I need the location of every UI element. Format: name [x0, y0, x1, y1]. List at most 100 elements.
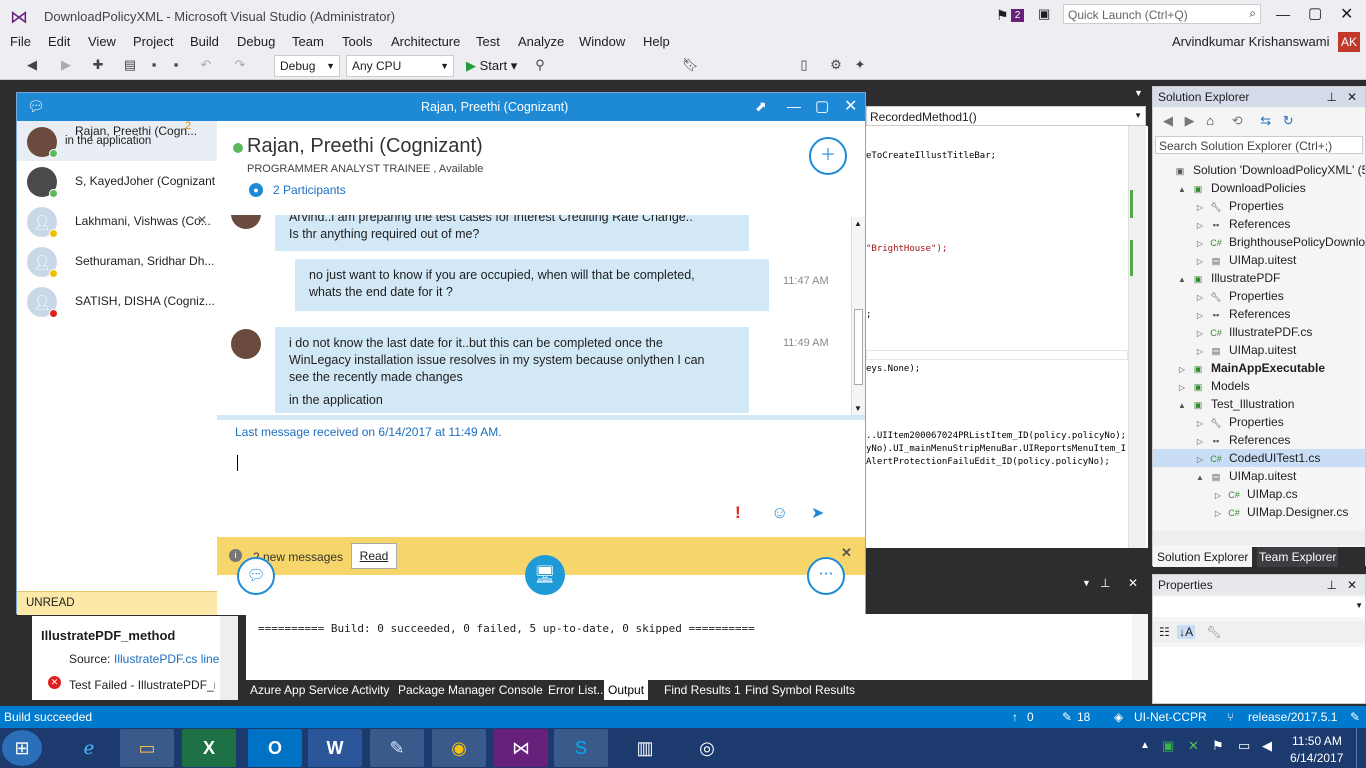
property-pages-icon[interactable]: 🔧︎	[1206, 625, 1221, 639]
branch-icon[interactable]: ⑂	[1227, 706, 1234, 728]
skype-icon[interactable]: S	[554, 729, 608, 767]
start-button[interactable]: ▶ Start ▾	[466, 58, 517, 74]
menu-project[interactable]: Project	[133, 32, 173, 52]
se-hscrollbar[interactable]	[1153, 531, 1365, 545]
tab-team-explorer[interactable]: Team Explorer	[1257, 547, 1339, 567]
emoticon-icon[interactable]: ☺	[771, 503, 788, 523]
menu-window[interactable]: Window	[579, 32, 625, 52]
pin-icon[interactable]: ⊥	[1327, 575, 1337, 595]
search-icon[interactable]: ⌕	[1249, 6, 1256, 21]
close-pane-icon[interactable]: ✕	[1347, 87, 1357, 107]
sql-icon[interactable]: ▥	[618, 729, 672, 767]
find-icon[interactable]: ⚲	[532, 57, 548, 73]
tree-item[interactable]: ▷ ▣ Models	[1153, 377, 1250, 395]
output-scrollbar[interactable]	[1132, 614, 1148, 680]
tree-item[interactable]: ▲ ▤ UIMap.uitest	[1153, 467, 1296, 485]
home-icon[interactable]: ⌂	[1206, 113, 1214, 128]
close-button[interactable]: ✕	[844, 96, 857, 116]
forward-icon[interactable]: ▶	[1185, 113, 1195, 128]
tray-volume-icon[interactable]: ◀	[1262, 738, 1272, 754]
tree-item[interactable]: ▷ C# IllustratePDF.cs	[1153, 323, 1312, 341]
outlook-icon[interactable]: O	[248, 729, 302, 767]
code-editor[interactable]	[866, 126, 1148, 548]
output-tab[interactable]: Error List...	[544, 680, 611, 700]
tree-item[interactable]: ▷ ▪▪ References	[1153, 215, 1290, 233]
publish-up-icon[interactable]: ↑	[1012, 706, 1018, 728]
platform-select[interactable]: Any CPU ▼	[346, 55, 454, 77]
properties-object-select[interactable]: ▼	[1153, 597, 1365, 617]
back-icon[interactable]: ◀	[1163, 113, 1173, 128]
menu-architecture[interactable]: Architecture	[391, 32, 460, 52]
deploy-icon[interactable]: ✦	[852, 57, 868, 73]
branch-name[interactable]: release/2017.5.1	[1248, 706, 1337, 728]
member-dropdown[interactable]: RecordedMethod1() ▼	[866, 106, 1146, 126]
test-source-link[interactable]: IllustratePDF.cs line 27	[114, 652, 236, 666]
tray-flag-icon[interactable]: ⚑	[1212, 738, 1224, 754]
menu-analyze[interactable]: Analyze	[518, 32, 564, 52]
output-tab[interactable]: Package Manager Console	[394, 680, 547, 700]
menu-build[interactable]: Build	[190, 32, 219, 52]
file-explorer-icon[interactable]: ▭	[120, 729, 174, 767]
open-file-icon[interactable]: ▤	[122, 57, 138, 73]
start-button-icon[interactable]: ⊞	[2, 730, 42, 766]
notification-count[interactable]: 2	[1011, 9, 1024, 22]
tree-item[interactable]: ▷ ▤ UIMap.uitest	[1153, 341, 1296, 359]
user-name[interactable]: Arvindkumar Krishanswami	[1172, 32, 1330, 52]
redo-icon[interactable]: ↷	[232, 57, 248, 73]
menu-test[interactable]: Test	[476, 32, 500, 52]
tree-item[interactable]: ▣ Solution 'DownloadPolicyXML' (5	[1153, 161, 1365, 179]
se-search-input[interactable]: Search Solution Explorer (Ctrl+;)	[1155, 136, 1363, 154]
contact-item[interactable]: S, KayedJoher (Cognizant)	[17, 161, 217, 201]
expand-arrow-icon[interactable]: ▷	[1211, 505, 1225, 523]
configuration-select[interactable]: Debug ▼	[274, 55, 340, 77]
send-icon[interactable]: ➤	[811, 503, 824, 523]
tray-excel-icon[interactable]: ✕	[1188, 738, 1199, 754]
sync-icon[interactable]: ⇆	[1260, 113, 1271, 128]
contact-item[interactable]: 👤︎ Sethuraman, Sridhar Dh...	[17, 241, 217, 281]
dropdown-arrow-icon[interactable]: ▼	[1134, 88, 1143, 98]
internet-explorer-icon[interactable]: ℯ	[62, 729, 116, 767]
maximize-button[interactable]: ▢	[1308, 4, 1322, 22]
importance-icon[interactable]: !	[735, 503, 741, 523]
unread-bar[interactable]: UNREAD	[17, 591, 217, 615]
dismiss-banner-icon[interactable]: ✕	[841, 545, 852, 561]
tree-item[interactable]: ▷ C# UIMap.Designer.cs	[1153, 503, 1348, 521]
notifications-icon[interactable]: ✎	[1350, 706, 1360, 728]
close-pane-icon[interactable]: ✕	[1128, 576, 1138, 590]
close-button[interactable]: ✕	[1340, 4, 1353, 24]
user-avatar[interactable]: AK	[1338, 32, 1360, 52]
output-tab[interactable]: Output	[604, 680, 649, 700]
participants-icon[interactable]: ●	[249, 183, 263, 197]
pop-out-icon[interactable]: ⬈	[755, 98, 767, 115]
minimize-button[interactable]: —	[1276, 6, 1290, 22]
bookmark-icon[interactable]: 🔖︎	[682, 57, 699, 73]
tree-item[interactable]: ▲ ▣ DownloadPolicies	[1153, 179, 1306, 197]
output-tab[interactable]: Find Results 1	[660, 680, 745, 700]
tree-item[interactable]: ▷ C# UIMap.cs	[1153, 485, 1298, 503]
contact-item[interactable]: 👤︎ Lakhmani, Vishwas (Co... ✕	[17, 201, 217, 241]
back-icon[interactable]: ◀	[24, 57, 40, 73]
notification-flag-icon[interactable]: ⚑	[996, 7, 1009, 24]
tray-overflow-icon[interactable]: ▲	[1140, 740, 1150, 751]
scroll-thumb[interactable]	[854, 309, 863, 385]
tree-item[interactable]: ▷ ▪▪ References	[1153, 305, 1290, 323]
output-tab[interactable]: Azure App Service Activity	[246, 680, 393, 700]
tree-item[interactable]: ▷ C# BrighthousePolicyDownlo	[1153, 233, 1365, 251]
participants-link[interactable]: 2 Participants	[273, 183, 346, 197]
maximize-button[interactable]: ▢	[815, 97, 829, 115]
visual-studio-icon[interactable]: ⋈	[494, 729, 548, 767]
feedback-icon[interactable]: ▣	[1038, 6, 1050, 22]
clock-date[interactable]: 6/14/2017	[1290, 751, 1343, 765]
clock-time[interactable]: 11:50 AM	[1292, 734, 1342, 748]
tray-network-icon[interactable]: ▣	[1162, 738, 1174, 754]
close-icon[interactable]: ✕	[197, 213, 207, 227]
present-button[interactable]: 🖥︎	[525, 555, 565, 595]
output-tab[interactable]: Find Symbol Results	[741, 680, 859, 700]
read-button[interactable]: Read	[351, 543, 397, 569]
alphabetical-icon[interactable]: ↓A	[1177, 625, 1196, 639]
repo-icon[interactable]: ◈	[1114, 706, 1123, 728]
contact-item[interactable]: 👤︎ SATISH, DISHA (Cogniz...	[17, 281, 217, 321]
scroll-down-icon[interactable]: ▼	[854, 404, 862, 413]
app-icon[interactable]: ◎	[680, 729, 734, 767]
save-icon[interactable]: ▪	[146, 57, 162, 73]
